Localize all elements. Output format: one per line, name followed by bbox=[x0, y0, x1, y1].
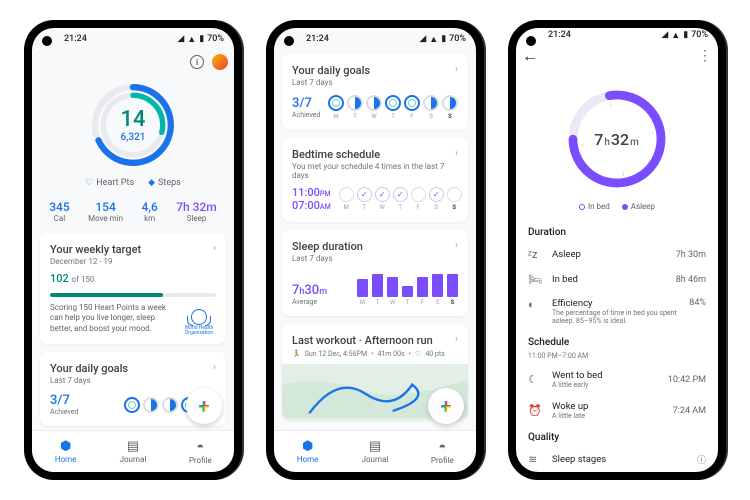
bedtime-values: 11:00PM 07:00AM bbox=[292, 186, 331, 212]
sleep-zz-icon: ᶻz bbox=[528, 248, 544, 261]
woke-up-row[interactable]: ⏰ Woke up A little late 7:24 AM bbox=[516, 395, 718, 426]
steps-value: 6,321 bbox=[121, 132, 146, 143]
phone-frame-3: 21:24 ◢▲▮70% ← ⋮ 7h32m bbox=[508, 20, 726, 480]
status-bar: 21:24 ◢▲▮70% bbox=[274, 28, 476, 50]
chevron-right-icon: › bbox=[213, 362, 216, 373]
nav-home[interactable]: ⬢Home bbox=[32, 431, 99, 472]
wifi-icon: ◢ bbox=[661, 30, 668, 40]
avatar[interactable] bbox=[212, 54, 228, 70]
nav-journal[interactable]: ▤Journal bbox=[99, 431, 166, 472]
went-to-bed-row[interactable]: ☾ Went to bed A little early 10:42 PM bbox=[516, 364, 718, 395]
chevron-right-icon: › bbox=[455, 148, 458, 159]
battery-pct: 70% bbox=[207, 34, 224, 44]
bottom-nav: ⬢Home ▤Journal ◓Profile bbox=[274, 430, 476, 472]
alarm-icon: ⏰ bbox=[528, 404, 544, 417]
sleep-duration-card[interactable]: › Sleep duration Last 7 days 7h30m Avera… bbox=[282, 230, 468, 316]
sleep-bar-chart bbox=[357, 269, 458, 297]
activity-ring[interactable]: 14 6,321 bbox=[40, 74, 226, 174]
sleep-stages-row[interactable]: ≋ Sleep stages ⓘ bbox=[516, 447, 718, 472]
signal-icon: ▲ bbox=[187, 34, 196, 45]
battery-icon: ▮ bbox=[683, 30, 688, 40]
schedule-header: Schedule bbox=[516, 331, 718, 352]
bed-icon: 🛏 bbox=[528, 273, 544, 286]
wifi-icon: ◢ bbox=[177, 34, 184, 44]
daily-goals-card[interactable]: › Your daily goals Last 7 days 3/7 Achie… bbox=[282, 54, 468, 130]
chevron-right-icon: › bbox=[455, 240, 458, 251]
signal-icon: ▲ bbox=[671, 30, 680, 41]
nav-profile[interactable]: ◓Profile bbox=[409, 431, 476, 472]
efficiency-icon: ◐ bbox=[528, 298, 544, 311]
nav-home[interactable]: ⬢Home bbox=[274, 431, 341, 472]
steps-icon: ◆ bbox=[148, 178, 155, 188]
stats-row[interactable]: 345Cal 154Move min 4,6km 7h 32mSleep bbox=[40, 196, 226, 233]
battery-icon: ▮ bbox=[199, 34, 204, 44]
stages-icon: ≋ bbox=[528, 453, 544, 466]
battery-icon: ▮ bbox=[441, 34, 446, 44]
who-logo: World Health Organization bbox=[180, 309, 218, 336]
camera-hole bbox=[42, 36, 52, 46]
back-button[interactable]: ← bbox=[522, 46, 538, 66]
home-icon: ⬢ bbox=[302, 439, 313, 454]
chevron-right-icon: › bbox=[455, 64, 458, 75]
nav-profile[interactable]: ◓Profile bbox=[167, 431, 234, 472]
bottom-nav: ⬢Home ▤Journal ◓Profile bbox=[32, 430, 234, 472]
heart-points-value: 14 bbox=[120, 107, 145, 132]
heart-icon: ♡ bbox=[85, 178, 93, 188]
chevron-right-icon: › bbox=[213, 243, 216, 254]
sleep-total: 7h32m bbox=[594, 130, 640, 149]
bedtime-card[interactable]: › Bedtime schedule You met your schedule… bbox=[282, 138, 468, 222]
camera-hole bbox=[284, 36, 294, 46]
sleep-legend: In bed Asleep bbox=[516, 198, 718, 221]
efficiency-row[interactable]: ◐ Efficiency The percentage of time in b… bbox=[516, 292, 718, 331]
moon-icon: ☾ bbox=[528, 373, 544, 386]
more-icon[interactable]: ⋮ bbox=[698, 48, 712, 64]
asleep-dot-icon bbox=[622, 204, 628, 210]
chevron-right-icon: › bbox=[455, 334, 458, 345]
weekly-target-card[interactable]: › Your weekly target December 12 - 19 10… bbox=[40, 233, 226, 344]
fab-add[interactable]: + bbox=[428, 388, 464, 424]
wifi-icon: ◢ bbox=[419, 34, 426, 44]
signal-icon: ▲ bbox=[429, 34, 438, 45]
clock: 21:24 bbox=[64, 34, 87, 44]
info-icon[interactable]: ⓘ bbox=[697, 453, 706, 466]
status-bar: 21:24 ◢▲▮70% bbox=[516, 28, 718, 42]
phone-frame-2: 21:24 ◢▲▮70% › Your daily goals Last 7 d… bbox=[266, 20, 484, 480]
run-icon: 🏃 bbox=[292, 350, 301, 358]
info-icon[interactable]: i bbox=[190, 55, 204, 69]
home-icon: ⬢ bbox=[60, 439, 71, 454]
bedtime-day-checks: ✓✓✓✓ bbox=[339, 187, 462, 202]
profile-icon: ◓ bbox=[438, 439, 446, 455]
status-bar: 21:24 ◢ ▲ ▮ 70% bbox=[32, 28, 234, 50]
inbed-dot-icon bbox=[579, 204, 585, 210]
journal-icon: ▤ bbox=[127, 439, 139, 454]
journal-icon: ▤ bbox=[369, 439, 381, 454]
nav-journal[interactable]: ▤Journal bbox=[341, 431, 408, 472]
goal-day-circles bbox=[328, 95, 458, 111]
profile-icon: ◓ bbox=[196, 439, 204, 455]
target-progress bbox=[50, 293, 216, 297]
phone-frame-1: 21:24 ◢ ▲ ▮ 70% i bbox=[24, 20, 242, 480]
duration-header: Duration bbox=[516, 221, 718, 242]
inbed-row[interactable]: 🛏 In bed 8h 46m bbox=[516, 267, 718, 292]
camera-hole bbox=[526, 36, 536, 46]
quality-header: Quality bbox=[516, 426, 718, 447]
sleep-ring: 7h32m bbox=[516, 70, 718, 198]
fab-add[interactable]: + bbox=[186, 388, 222, 424]
asleep-row[interactable]: ᶻz Asleep 7h 30m bbox=[516, 242, 718, 267]
ring-legend: ♡Heart Pts ◆Steps bbox=[40, 174, 226, 196]
